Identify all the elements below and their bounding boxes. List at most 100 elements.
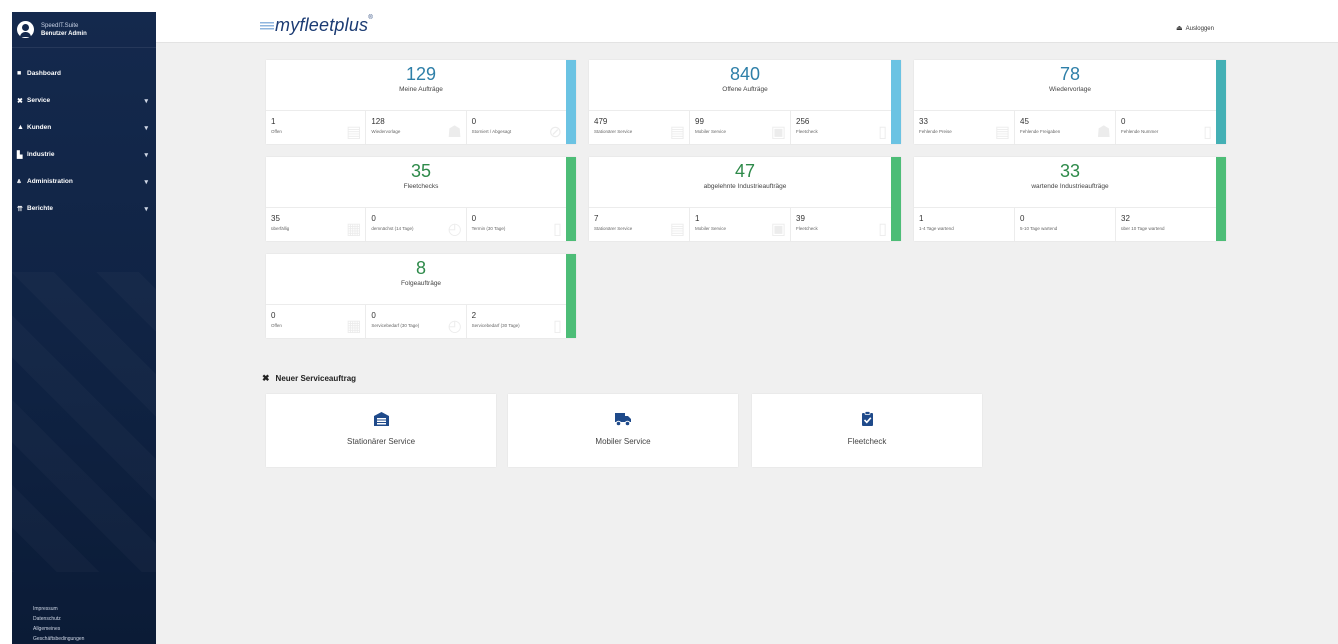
sidebar-footer: Impressum Datenschutz Allgemeines Geschä… <box>33 604 84 644</box>
card-title: abgelehnte Industrieaufträge <box>703 183 787 190</box>
stat-cell[interactable]: 0 Storniert / Abgesagt ⊘ <box>465 111 566 144</box>
clipboard-icon: ▯ <box>878 124 887 141</box>
chevron-down-icon: ▾ <box>144 124 148 132</box>
calendar-icon: ▦ <box>346 318 362 335</box>
stat-cell[interactable]: 32 über 10 Tage wartend <box>1115 208 1216 241</box>
new-stationary-service-button[interactable]: Stationärer Service <box>266 394 496 467</box>
users-admin-icon: ⩓ <box>17 177 21 185</box>
card-number: 840 <box>729 64 761 84</box>
stat-cell[interactable]: 2 Servicebedarf (30 Tage) ▯ <box>465 305 566 338</box>
card-number: 33 <box>1059 161 1081 181</box>
garage-icon <box>266 411 496 429</box>
wrench-icon: ✖ <box>262 373 270 383</box>
logo-stripes-icon <box>260 21 274 31</box>
new-mobile-service-button[interactable]: Mobiler Service <box>508 394 738 467</box>
option-label: Fleetcheck <box>847 437 887 446</box>
stat-cell[interactable]: 0 Offen ▦ <box>266 305 365 338</box>
new-service-title: Neuer Serviceauftrag <box>275 374 357 383</box>
stat-cell[interactable]: 1 1-4 Tage wartend <box>914 208 1014 241</box>
main-content: 129 Meine Aufträge 1 Offen ▤ 128 Wiedervorl… <box>156 43 1338 644</box>
stat-cell[interactable]: 7 Stationärer Service ▤ <box>589 208 689 241</box>
logo-text: myfleetplus <box>275 15 369 35</box>
sidebar: SpeedIT.Suite Benutzer Admin ■ Dashboard… <box>12 12 156 644</box>
chevron-down-icon: ▾ <box>144 178 148 186</box>
new-fleetcheck-button[interactable]: Fleetcheck <box>752 394 982 467</box>
clipboard-icon: ▯ <box>553 318 562 335</box>
sidebar-item-service[interactable]: ✖ Service ▾ <box>12 87 156 114</box>
sidebar-item-label: Dashboard <box>27 70 61 77</box>
stat-cell[interactable]: 0 Termin (30 Tage) ▯ <box>465 208 566 241</box>
truck-icon: ▣ <box>770 221 786 238</box>
sidebar-item-administration[interactable]: ⩓ Administration ▾ <box>12 168 156 195</box>
sidebar-item-industrie[interactable]: ▙ Industrie ▾ <box>12 141 156 168</box>
chevron-down-icon: ▾ <box>144 205 148 213</box>
stat-cell[interactable]: 45 Fehlende Freigaben ☗ <box>1014 111 1115 144</box>
clock-icon: ◴ <box>447 318 462 335</box>
user-company: SpeedIT.Suite <box>41 22 79 29</box>
stat-cell[interactable]: 0 5-10 Tage wartend <box>1014 208 1115 241</box>
stat-cell[interactable]: 256 Fleetcheck ▯ <box>790 111 891 144</box>
new-service-heading: ✖ Neuer Serviceauftrag <box>262 373 356 384</box>
footer-link-datenschutz[interactable]: Datenschutz <box>33 614 84 624</box>
factory-icon: ▙ <box>17 151 23 159</box>
user-profile[interactable]: SpeedIT.Suite Benutzer Admin <box>12 12 156 48</box>
card-title: wartende Industrieaufträge <box>1031 183 1109 190</box>
topbar: myfleetplus® ⏏ Ausloggen <box>156 12 1338 43</box>
cancel-icon: ⊘ <box>548 124 562 141</box>
stat-cell[interactable]: 0 Servicebedarf (30 Tage) ◴ <box>365 305 465 338</box>
folder-icon: ▤ <box>994 124 1010 141</box>
stat-cell[interactable]: 0 Fehlende Nummer ▯ <box>1115 111 1216 144</box>
clock-icon: ◴ <box>447 221 462 238</box>
sidebar-item-label: Administration <box>27 178 73 185</box>
stat-cell[interactable]: 128 Wiedervorlage ☗ <box>365 111 465 144</box>
user-name: Benutzer Admin <box>41 30 87 37</box>
wrench-icon: ✖ <box>17 97 23 105</box>
sidebar-item-label: Industrie <box>27 151 55 158</box>
card-title: Offene Aufträge <box>722 86 768 93</box>
card-meine-auftraege[interactable]: 129 Meine Aufträge 1 Offen ▤ 128 Wiedervorl… <box>266 60 576 144</box>
sidebar-item-label: Kunden <box>27 124 52 131</box>
stat-cell[interactable]: 1 Mobiler Service ▣ <box>689 208 790 241</box>
sidebar-item-kunden[interactable]: ▲ Kunden ▾ <box>12 114 156 141</box>
card-offene-auftraege[interactable]: 840 Offene Aufträge 479 Stationärer Servi… <box>589 60 901 144</box>
card-number: 129 <box>405 64 437 84</box>
card-title: Folgeaufträge <box>400 280 442 287</box>
card-number: 47 <box>734 161 756 181</box>
card-wartende-industrieauftraege[interactable]: 33 wartende Industrieaufträge 1 1-4 Tage … <box>914 157 1226 241</box>
clipboard-check-icon <box>752 411 982 429</box>
user-icon: ☗ <box>447 124 462 141</box>
footer-link-allgemeines[interactable]: Allgemeines <box>33 624 84 634</box>
clipboard-icon: ▯ <box>553 221 562 238</box>
user-avatar-icon <box>17 21 34 38</box>
logout-label: Ausloggen <box>1185 26 1214 32</box>
card-title: Wiedervorlage <box>1049 86 1091 93</box>
footer-link-impressum[interactable]: Impressum <box>33 604 84 614</box>
option-label: Mobiler Service <box>595 437 651 446</box>
folder-icon: ▤ <box>346 124 362 141</box>
stat-cell[interactable]: 99 Mobiler Service ▣ <box>689 111 790 144</box>
document-icon: ▯ <box>1203 124 1212 141</box>
card-title: Fleetchecks <box>403 183 439 190</box>
truck-icon <box>508 411 738 429</box>
sidebar-item-dashboard[interactable]: ■ Dashboard <box>12 60 156 87</box>
footer-link-agb[interactable]: Geschäftsbedingungen <box>33 634 84 644</box>
stat-cell[interactable]: 1 Offen ▤ <box>266 111 365 144</box>
stat-cell[interactable]: 33 Fehlende Preise ▤ <box>914 111 1014 144</box>
user-icon: ☗ <box>1096 124 1111 141</box>
app-logo[interactable]: myfleetplus® <box>260 15 373 36</box>
card-title: Meine Aufträge <box>399 86 443 93</box>
stat-cell[interactable]: 39 Fleetcheck ▯ <box>790 208 891 241</box>
card-folgeauftraege[interactable]: 8 Folgeaufträge 0 Offen ▦ 0 Servicebedarf (… <box>266 254 576 338</box>
stat-cell[interactable]: 0 demnächst (14 Tage) ◴ <box>365 208 465 241</box>
card-wiedervorlage[interactable]: 78 Wiedervorlage 33 Fehlende Preise ▤ 45 Fe… <box>914 60 1226 144</box>
dashboard-icon: ■ <box>17 70 22 77</box>
card-fleetchecks[interactable]: 35 Fleetchecks 35 überfällig ▦ 0 demnächst … <box>266 157 576 241</box>
card-number: 35 <box>410 161 432 181</box>
sidebar-item-label: Berichte <box>27 205 54 212</box>
card-abgelehnte-industrieauftraege[interactable]: 47 abgelehnte Industrieaufträge 7 Station… <box>589 157 901 241</box>
logout-button[interactable]: ⏏ Ausloggen <box>1176 24 1214 32</box>
sidebar-item-berichte[interactable]: ⇈ Berichte ▾ <box>12 195 156 222</box>
user-icon: ▲ <box>17 124 24 131</box>
stat-cell[interactable]: 479 Stationärer Service ▤ <box>589 111 689 144</box>
stat-cell[interactable]: 35 überfällig ▦ <box>266 208 365 241</box>
